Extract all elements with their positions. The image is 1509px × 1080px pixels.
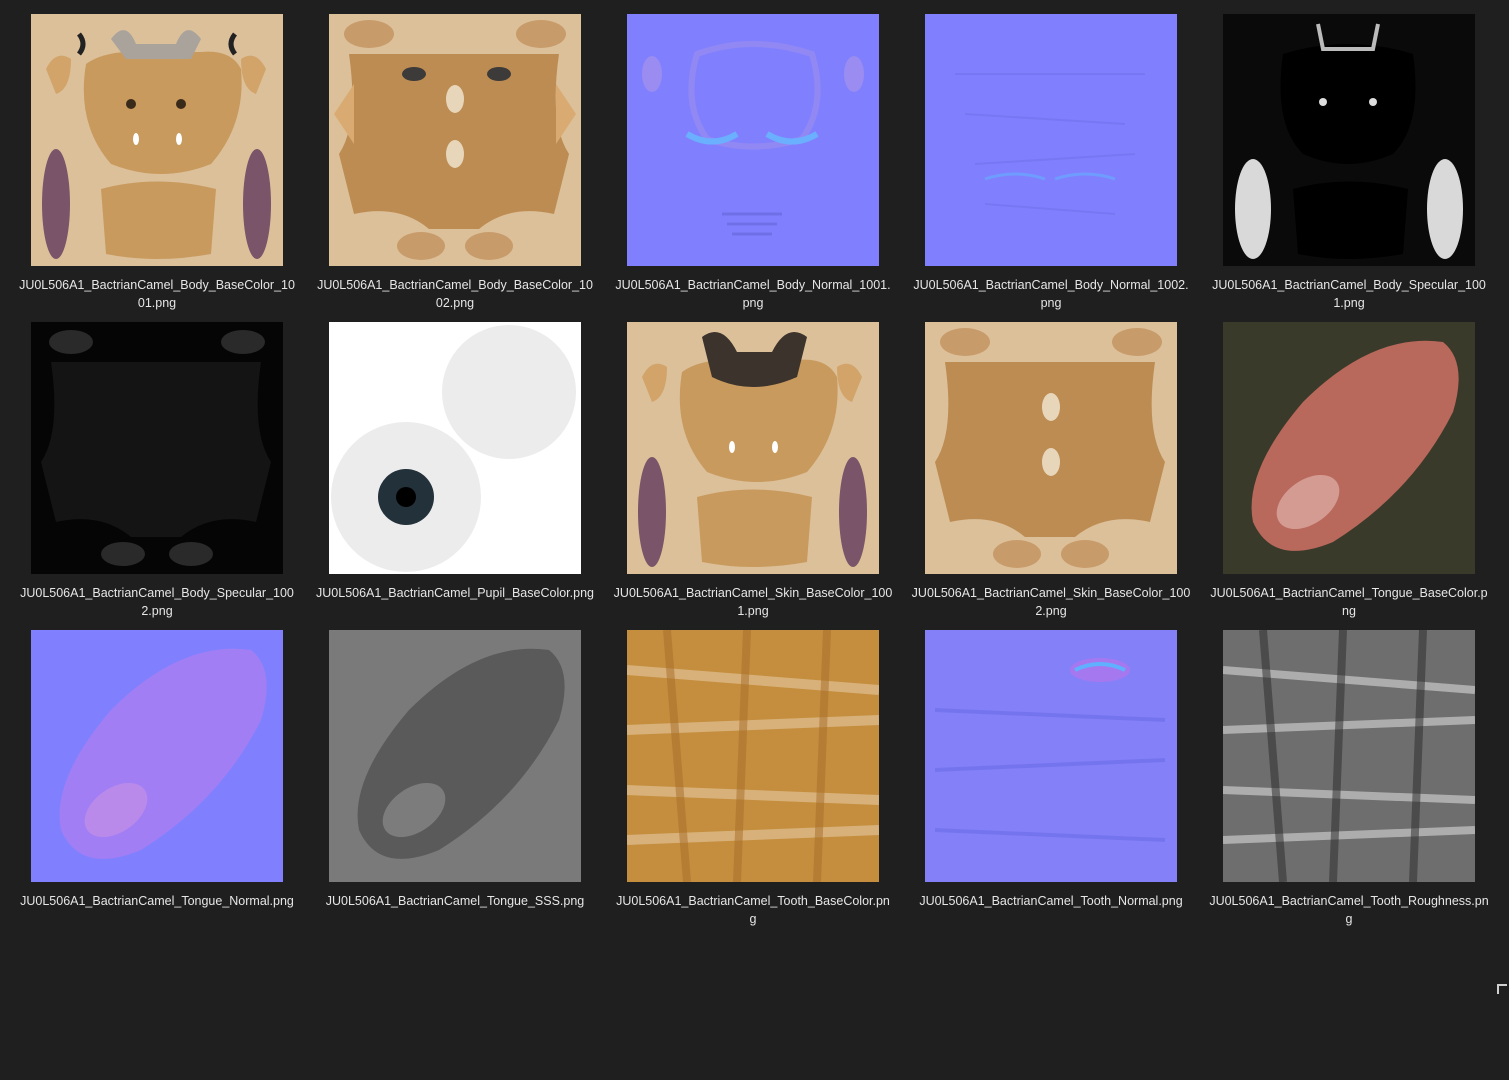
file-name: JU0L506A1_BactrianCamel_Pupil_BaseColor.… — [316, 586, 594, 600]
body-basecolor-1002-thumbnail — [329, 14, 581, 266]
skin-basecolor-1001-thumbnail — [627, 322, 879, 574]
file-item[interactable]: JU0L506A1_BactrianCamel_Pupil_BaseColor.… — [306, 322, 604, 630]
file-name: JU0L506A1_BactrianCamel_Tooth_Normal.png — [919, 894, 1183, 908]
body-normal-1001-thumbnail — [627, 14, 879, 266]
file-item[interactable]: JU0L506A1_BactrianCamel_Tongue_BaseColor… — [1200, 322, 1498, 630]
file-item[interactable]: JU0L506A1_BactrianCamel_Body_BaseColor_1… — [8, 14, 306, 322]
body-normal-1002-thumbnail — [925, 14, 1177, 266]
file-name: JU0L506A1_BactrianCamel_Body_Specular_10… — [1212, 278, 1486, 310]
file-item[interactable]: JU0L506A1_BactrianCamel_Body_Specular_10… — [8, 322, 306, 630]
tongue-normal-thumbnail — [31, 630, 283, 882]
file-item[interactable]: JU0L506A1_BactrianCamel_Body_Normal_1002… — [902, 14, 1200, 322]
body-specular-1001-thumbnail — [1223, 14, 1475, 266]
resize-corner-icon[interactable] — [1497, 984, 1507, 994]
file-name: JU0L506A1_BactrianCamel_Tongue_Normal.pn… — [20, 894, 294, 908]
file-name: JU0L506A1_BactrianCamel_Tongue_SSS.png — [325, 894, 585, 908]
file-name: JU0L506A1_BactrianCamel_Body_Specular_10… — [20, 586, 294, 618]
skin-basecolor-1002-thumbnail — [925, 322, 1177, 574]
file-item[interactable]: JU0L506A1_BactrianCamel_Body_Normal_1001… — [604, 14, 902, 322]
tongue-sss-thumbnail — [329, 630, 581, 882]
file-item[interactable]: JU0L506A1_BactrianCamel_Skin_BaseColor_1… — [604, 322, 902, 630]
pupil-basecolor-thumbnail — [329, 322, 581, 574]
file-item[interactable]: JU0L506A1_BactrianCamel_Tongue_SSS.png — [306, 630, 604, 938]
tooth-basecolor-thumbnail — [627, 630, 879, 882]
file-name: JU0L506A1_BactrianCamel_Tongue_BaseColor… — [1210, 586, 1488, 618]
file-item[interactable]: JU0L506A1_BactrianCamel_Body_BaseColor_1… — [306, 14, 604, 322]
file-grid: JU0L506A1_BactrianCamel_Body_BaseColor_1… — [0, 0, 1498, 938]
file-item[interactable]: JU0L506A1_BactrianCamel_Tooth_BaseColor.… — [604, 630, 902, 938]
file-item[interactable]: JU0L506A1_BactrianCamel_Tooth_Normal.png — [902, 630, 1200, 938]
file-name: JU0L506A1_BactrianCamel_Skin_BaseColor_1… — [613, 586, 893, 618]
tooth-roughness-thumbnail — [1223, 630, 1475, 882]
file-name: JU0L506A1_BactrianCamel_Tooth_BaseColor.… — [616, 894, 890, 926]
file-name: JU0L506A1_BactrianCamel_Body_Normal_1002… — [913, 278, 1189, 310]
file-name: JU0L506A1_BactrianCamel_Body_Normal_1001… — [615, 278, 891, 310]
file-name: JU0L506A1_BactrianCamel_Skin_BaseColor_1… — [911, 586, 1191, 618]
file-item[interactable]: JU0L506A1_BactrianCamel_Skin_BaseColor_1… — [902, 322, 1200, 630]
tongue-basecolor-thumbnail — [1223, 322, 1475, 574]
file-item[interactable]: JU0L506A1_BactrianCamel_Tooth_Roughness.… — [1200, 630, 1498, 938]
file-name: JU0L506A1_BactrianCamel_Body_BaseColor_1… — [19, 278, 295, 310]
body-basecolor-1001-thumbnail — [31, 14, 283, 266]
file-name: JU0L506A1_BactrianCamel_Tooth_Roughness.… — [1209, 894, 1489, 926]
file-item[interactable]: JU0L506A1_BactrianCamel_Tongue_Normal.pn… — [8, 630, 306, 938]
body-specular-1002-thumbnail — [31, 322, 283, 574]
tooth-normal-thumbnail — [925, 630, 1177, 882]
file-name: JU0L506A1_BactrianCamel_Body_BaseColor_1… — [317, 278, 593, 310]
file-item[interactable]: JU0L506A1_BactrianCamel_Body_Specular_10… — [1200, 14, 1498, 322]
